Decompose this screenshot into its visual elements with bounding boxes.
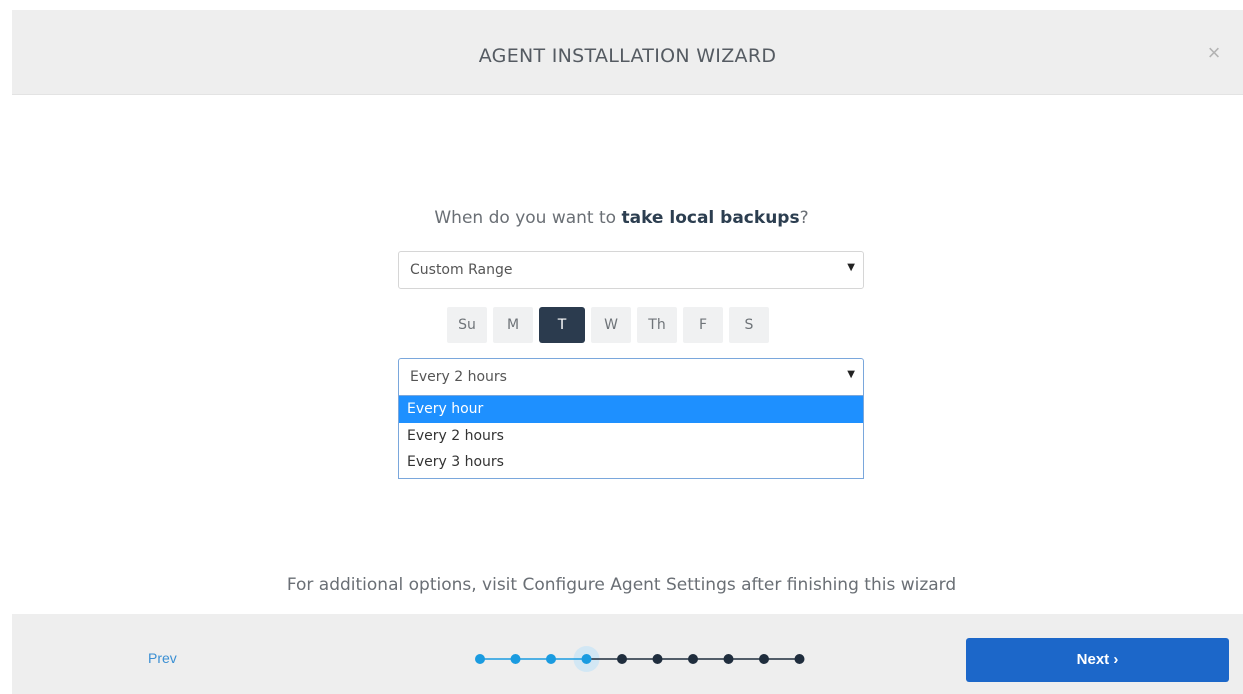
step-dot [759,654,769,664]
question-suffix: ? [799,208,809,228]
step-dot [723,654,734,664]
day-button-s[interactable]: S [729,307,769,343]
step-dot [617,654,627,664]
wizard-footer: Prev Next › [12,614,1243,694]
step-dot [510,654,521,664]
wizard-header: AGENT INSTALLATION WIZARD × [12,10,1243,95]
caret-down-icon: ▼ [847,262,855,273]
day-button-w[interactable]: W [591,307,631,343]
caret-down-icon: ▼ [847,369,855,380]
wizard-dialog: AGENT INSTALLATION WIZARD × When do you … [0,0,1243,694]
backup-question: When do you want to take local backups? [0,208,1243,228]
frequency-option[interactable]: Every 3 hours [399,449,863,475]
wizard-title: AGENT INSTALLATION WIZARD [478,45,777,67]
frequency-select[interactable]: Every 2 hours ▼ [398,358,864,396]
day-button-t[interactable]: T [539,307,585,343]
next-button[interactable]: Next › [966,638,1229,682]
step-dot [475,654,485,664]
range-select-value: Custom Range [410,262,513,278]
range-select[interactable]: Custom Range ▼ [398,251,864,289]
frequency-select-value: Every 2 hours [410,369,507,385]
question-emphasis: take local backups [621,208,800,228]
day-picker: Su M T W Th F S [447,307,769,343]
day-button-f[interactable]: F [683,307,723,343]
close-icon[interactable]: × [1199,38,1229,68]
step-dot [546,654,556,664]
step-dot [794,654,805,664]
frequency-options-list: Every hour Every 2 hours Every 3 hours [398,396,864,479]
step-progress [475,646,805,672]
day-button-th[interactable]: Th [637,307,677,343]
day-button-su[interactable]: Su [447,307,487,343]
step-dot [652,654,663,664]
frequency-option[interactable]: Every 2 hours [399,423,863,449]
step-dot [688,654,698,664]
day-button-m[interactable]: M [493,307,533,343]
prev-link[interactable]: Prev [148,650,177,666]
frequency-option[interactable]: Every hour [399,396,863,423]
question-prefix: When do you want to [434,208,622,228]
step-dot [581,654,592,664]
additional-options-note: For additional options, visit Configure … [286,575,957,595]
